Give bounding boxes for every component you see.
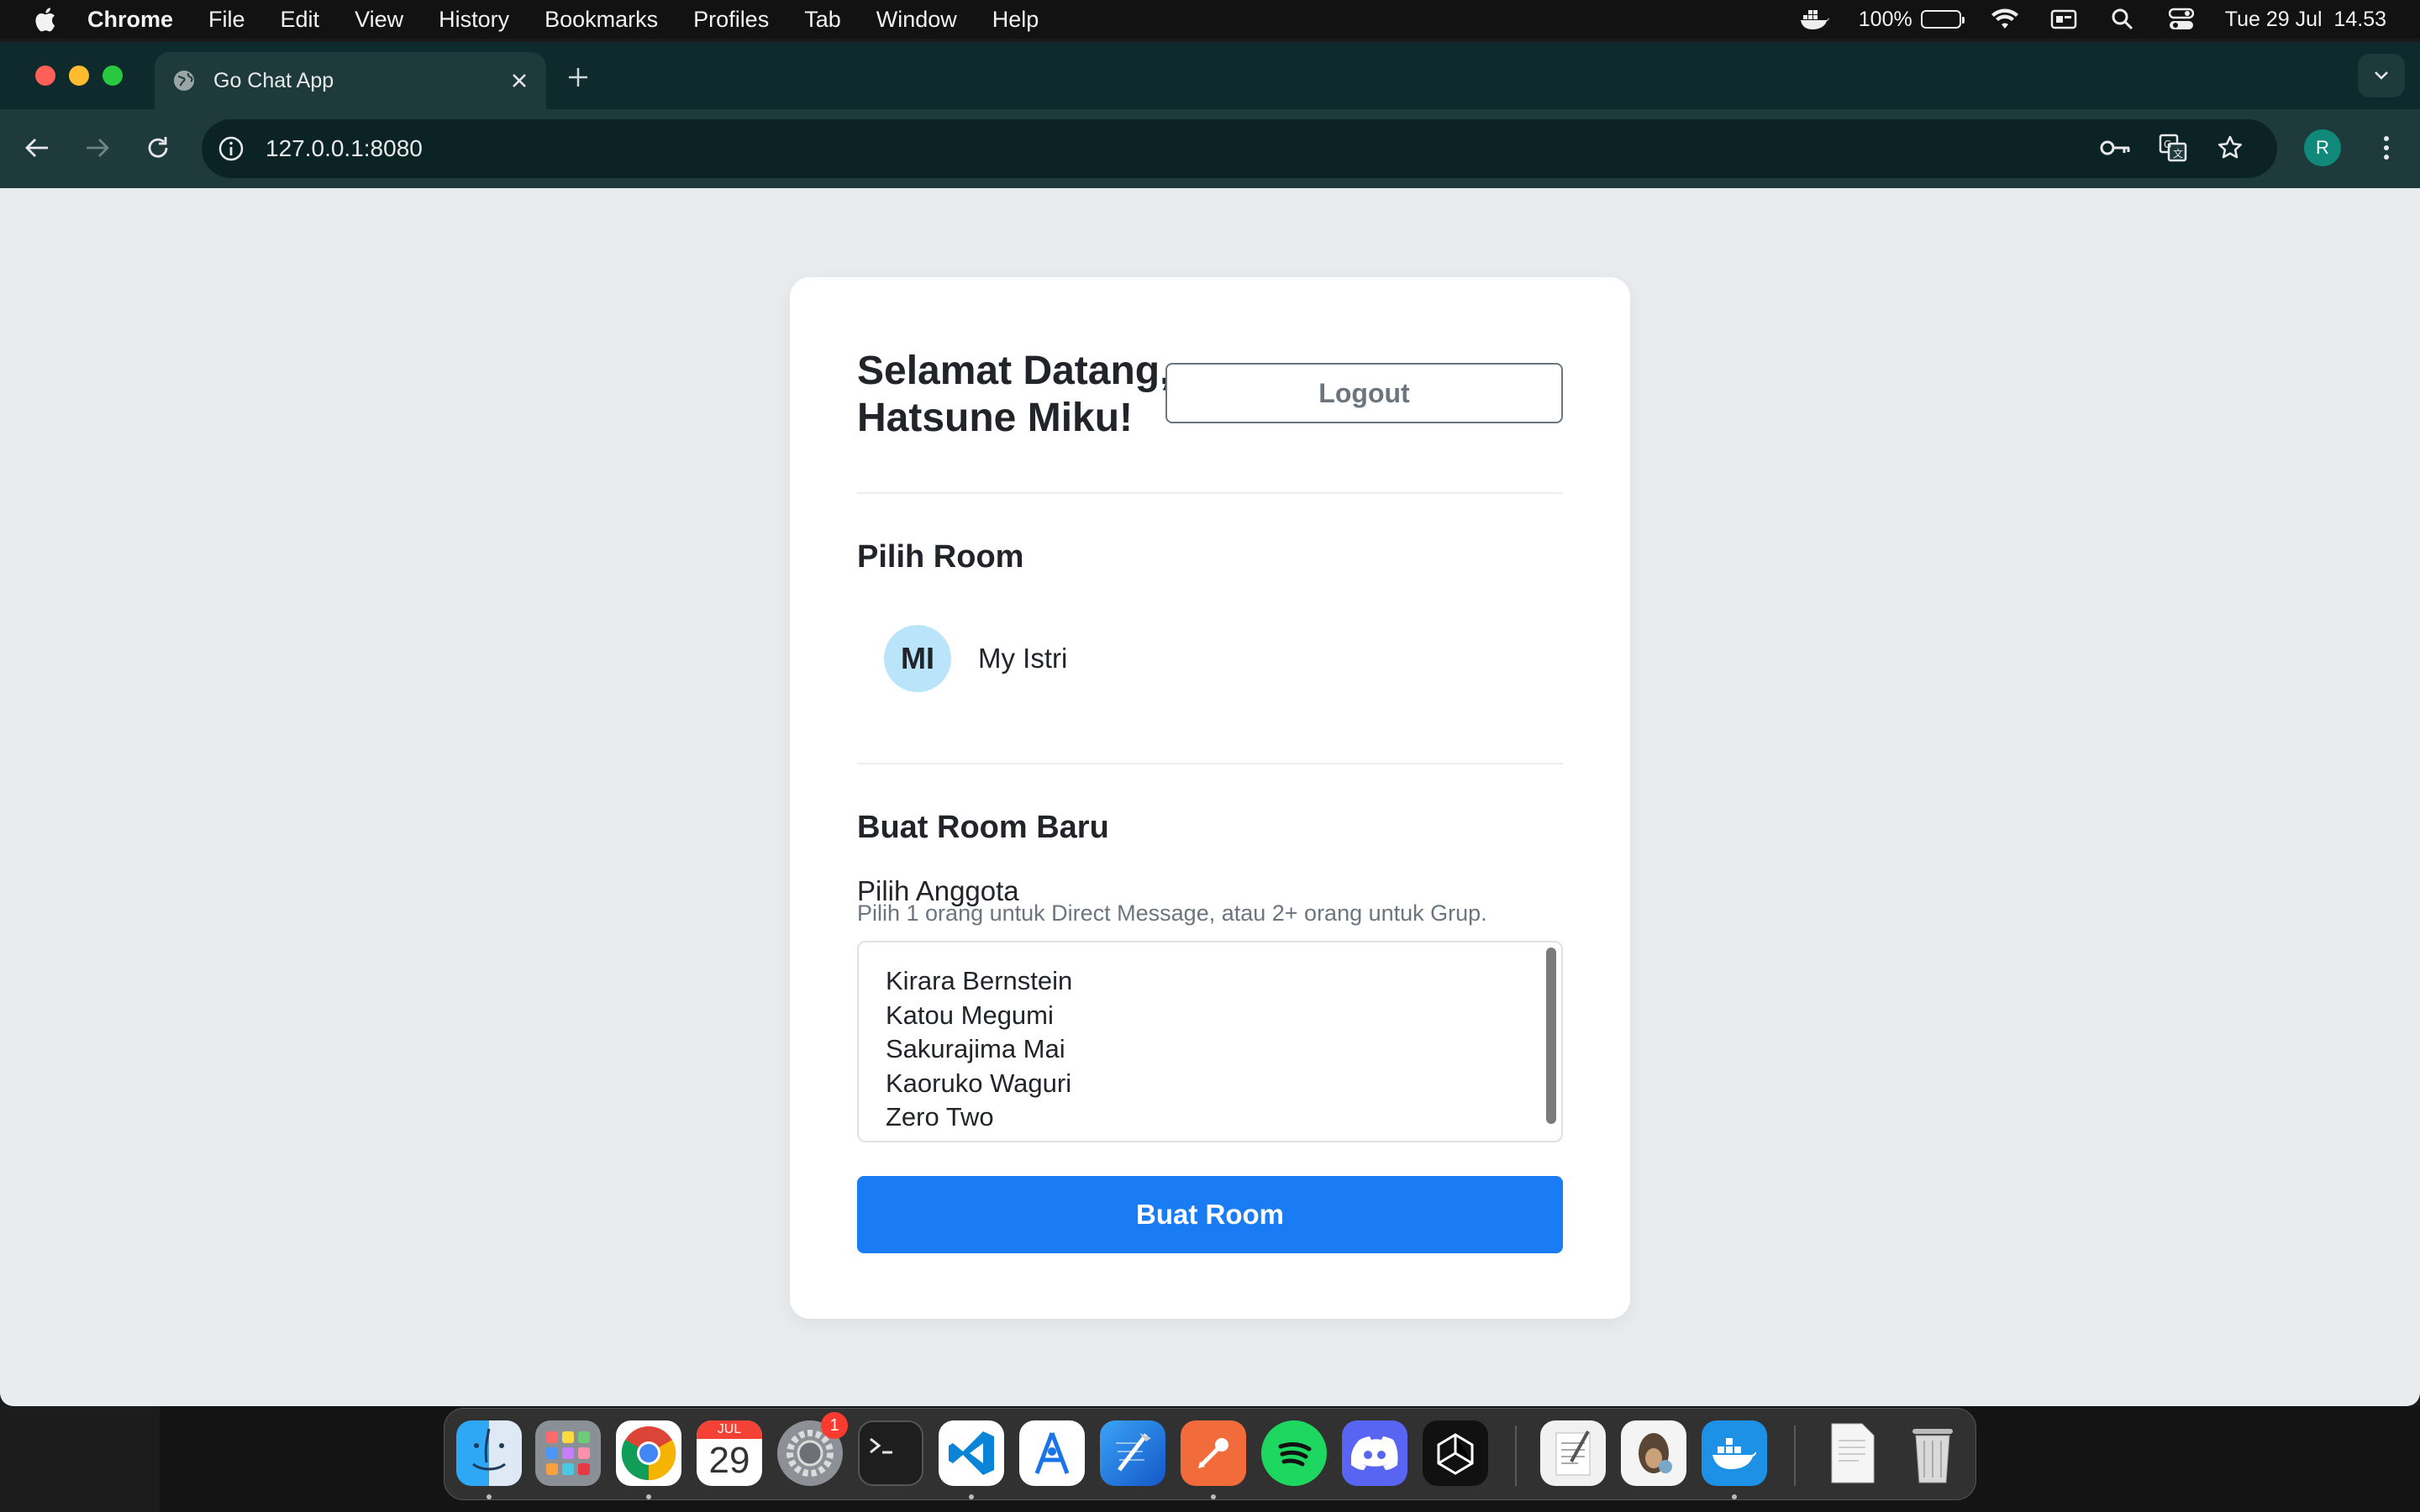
- window-controls: [35, 66, 123, 86]
- dock-separator: [1515, 1425, 1517, 1486]
- tab-strip: Go Chat App: [0, 42, 2420, 109]
- menu-app-name[interactable]: Chrome: [87, 7, 173, 33]
- browser-toolbar: 127.0.0.1:8080 G文 R: [0, 109, 2420, 188]
- battery-status[interactable]: 100%: [1858, 7, 1965, 32]
- browser-window-frame: Go Chat App 127.0.0.1:8080 G 文 R: [0, 42, 2420, 188]
- new-tab-button[interactable]: [563, 62, 593, 92]
- member-option[interactable]: Zero Two: [859, 1100, 1536, 1135]
- room-avatar: MI: [884, 625, 951, 692]
- url-text[interactable]: 127.0.0.1:8080: [266, 135, 423, 162]
- calendar-icon[interactable]: JUL 29: [697, 1420, 762, 1486]
- terminal-icon[interactable]: [858, 1420, 923, 1486]
- create-room-button[interactable]: Buat Room: [857, 1176, 1563, 1253]
- docker-app-icon[interactable]: [1702, 1420, 1767, 1486]
- running-indicator: [487, 1494, 492, 1499]
- sequel-ace-icon[interactable]: [1621, 1420, 1686, 1486]
- apple-menu-icon[interactable]: [30, 5, 59, 34]
- members-help-text: Pilih 1 orang untuk Direct Message, atau…: [857, 900, 1487, 926]
- address-bar[interactable]: 127.0.0.1:8080 G文: [202, 119, 2277, 178]
- close-window-button[interactable]: [35, 66, 55, 86]
- discord-icon[interactable]: [1342, 1420, 1407, 1486]
- battery-icon: [1920, 10, 1965, 29]
- menu-tab[interactable]: Tab: [804, 7, 841, 33]
- textedit-icon[interactable]: [1540, 1420, 1606, 1486]
- menu-profiles[interactable]: Profiles: [693, 7, 769, 33]
- launchpad-icon[interactable]: [535, 1420, 601, 1486]
- menu-file[interactable]: File: [208, 7, 245, 33]
- menu-bar-clock[interactable]: Tue 29 Jul 14.53: [2225, 8, 2386, 32]
- reload-icon[interactable]: [141, 131, 175, 165]
- member-option[interactable]: Sakurajima Mai: [859, 1032, 1536, 1067]
- room-name: My Istri: [978, 643, 1068, 674]
- translate-icon[interactable]: G文: [2156, 131, 2190, 165]
- macos-menu-bar: Chrome File Edit View History Bookmarks …: [0, 0, 2420, 39]
- member-option[interactable]: Kaoruko Waguri: [859, 1067, 1536, 1101]
- trash-icon[interactable]: [1900, 1420, 1965, 1486]
- tab-go-chat-app[interactable]: Go Chat App: [155, 52, 546, 109]
- macos-dock: JUL 29 1: [444, 1408, 1976, 1500]
- running-indicator: [1732, 1494, 1737, 1499]
- running-indicator: [646, 1494, 651, 1499]
- menu-bookmarks[interactable]: Bookmarks: [544, 7, 658, 33]
- chat-lobby-card: Selamat Datang, Hatsune Miku! Logout Pil…: [790, 277, 1630, 1319]
- minimize-window-button[interactable]: [69, 66, 89, 86]
- screen-mirroring-icon[interactable]: [2049, 7, 2079, 32]
- menu-help[interactable]: Help: [992, 7, 1039, 33]
- tab-title: Go Chat App: [213, 68, 334, 92]
- back-arrow-icon[interactable]: [20, 131, 54, 165]
- room-item-my-istri[interactable]: MI My Istri: [884, 625, 1067, 692]
- calendar-day: 29: [708, 1440, 750, 1481]
- divider: [857, 492, 1563, 494]
- battery-percent: 100%: [1858, 7, 1912, 31]
- calendar-month: JUL: [697, 1420, 762, 1439]
- member-option[interactable]: Kirara Bernstein: [859, 964, 1536, 999]
- spotlight-search-icon[interactable]: [2107, 7, 2138, 32]
- members-scrollbar[interactable]: [1546, 948, 1556, 1124]
- menu-view[interactable]: View: [355, 7, 403, 33]
- tab-search-chevron-down-icon[interactable]: [2358, 54, 2405, 97]
- password-key-icon[interactable]: [2099, 131, 2133, 165]
- more-menu-icon[interactable]: [2370, 131, 2403, 165]
- member-option[interactable]: Katou Megumi: [859, 999, 1536, 1033]
- docker-menu-icon[interactable]: [1800, 7, 1830, 32]
- settings-notification-badge: 1: [821, 1412, 848, 1439]
- menu-edit[interactable]: Edit: [281, 7, 320, 33]
- running-indicator: [969, 1494, 974, 1499]
- control-center-icon[interactable]: [2166, 7, 2196, 32]
- svg-text:G: G: [2164, 139, 2171, 150]
- dock-separator: [1794, 1425, 1796, 1486]
- svg-text:文: 文: [2173, 147, 2183, 160]
- divider: [857, 763, 1563, 764]
- document-icon[interactable]: [1819, 1420, 1885, 1486]
- running-indicator: [1211, 1494, 1216, 1499]
- logout-button[interactable]: Logout: [1165, 363, 1563, 423]
- spotify-icon[interactable]: [1261, 1420, 1327, 1486]
- xcode-instruments-icon[interactable]: [1019, 1420, 1085, 1486]
- vscode-icon[interactable]: [939, 1420, 1004, 1486]
- create-room-section-title: Buat Room Baru: [857, 810, 1109, 845]
- forward-arrow-icon[interactable]: [81, 131, 114, 165]
- welcome-heading: Selamat Datang, Hatsune Miku!: [857, 349, 1171, 440]
- zoom-window-button[interactable]: [103, 66, 123, 86]
- menu-history[interactable]: History: [439, 7, 509, 33]
- globe-icon: [171, 68, 197, 93]
- unity-icon[interactable]: [1423, 1420, 1488, 1486]
- rooms-section-title: Pilih Room: [857, 539, 1024, 575]
- page-viewport: Selamat Datang, Hatsune Miku! Logout Pil…: [0, 188, 2420, 1406]
- menu-window[interactable]: Window: [876, 7, 957, 33]
- close-tab-icon[interactable]: [508, 69, 531, 92]
- chrome-app-icon[interactable]: [616, 1420, 681, 1486]
- postman-icon[interactable]: [1181, 1420, 1246, 1486]
- profile-avatar-button[interactable]: R: [2304, 129, 2341, 166]
- members-multiselect[interactable]: Kirara Bernstein Katou Megumi Sakurajima…: [857, 941, 1563, 1142]
- site-info-icon[interactable]: [215, 133, 247, 165]
- finder-icon[interactable]: [456, 1420, 522, 1486]
- xcode-icon[interactable]: [1100, 1420, 1165, 1486]
- wifi-icon[interactable]: [1990, 7, 2020, 32]
- bookmark-star-icon[interactable]: [2213, 131, 2247, 165]
